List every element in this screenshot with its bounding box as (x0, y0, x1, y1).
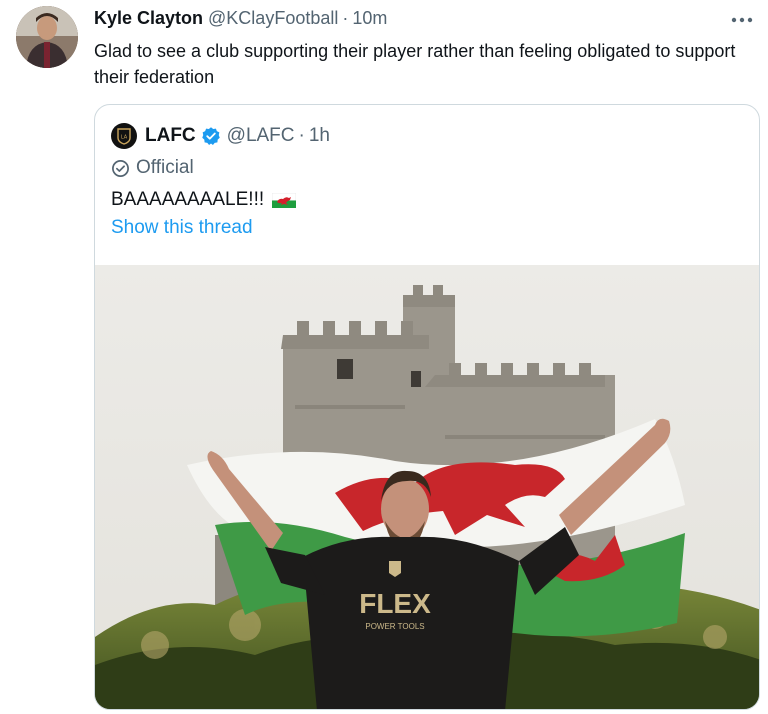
official-check-icon (112, 159, 129, 177)
verified-badge-icon (201, 127, 220, 145)
show-thread-link[interactable]: Show this thread (111, 217, 253, 239)
quoted-text-body: BAAAAAAAALE!!! (111, 189, 265, 210)
quoted-author-handle[interactable]: @LAFC (227, 125, 295, 147)
tweet-header: Kyle Clayton @KClayFootball · 10m (94, 8, 387, 32)
quoted-text: BAAAAAAAALE!!! (111, 189, 297, 211)
avatar[interactable] (16, 6, 78, 68)
jersey-subtext: POWER TOOLS (365, 622, 424, 631)
wales-flag-icon (272, 192, 297, 208)
quoted-author-name[interactable]: LAFC (145, 125, 196, 147)
more-horizontal-icon[interactable] (726, 8, 758, 32)
separator-dot: · (342, 8, 349, 28)
quoted-tweet[interactable]: LA LAFC @LAFC · 1h Official BAAAAAAAALE!… (94, 104, 760, 710)
svg-text:LA: LA (121, 135, 128, 141)
jersey-sponsor: FLEX (359, 588, 431, 619)
quoted-header: LA LAFC @LAFC · 1h (111, 121, 330, 151)
official-label-text: Official (136, 157, 194, 178)
official-label: Official (111, 155, 194, 181)
quoted-time[interactable]: 1h (309, 125, 330, 147)
tweet-text: Glad to see a club supporting their play… (94, 41, 736, 87)
author-handle[interactable]: @KClayFootball (208, 8, 338, 29)
author-name[interactable]: Kyle Clayton (94, 8, 203, 29)
tweet-time[interactable]: 10m (352, 8, 387, 29)
tweet: Kyle Clayton @KClayFootball · 10m Glad t… (0, 0, 768, 714)
quoted-separator-dot: · (298, 125, 305, 146)
quoted-avatar[interactable]: LA (111, 123, 137, 149)
quoted-photo[interactable]: FLEX POWER TOOLS (95, 265, 759, 709)
